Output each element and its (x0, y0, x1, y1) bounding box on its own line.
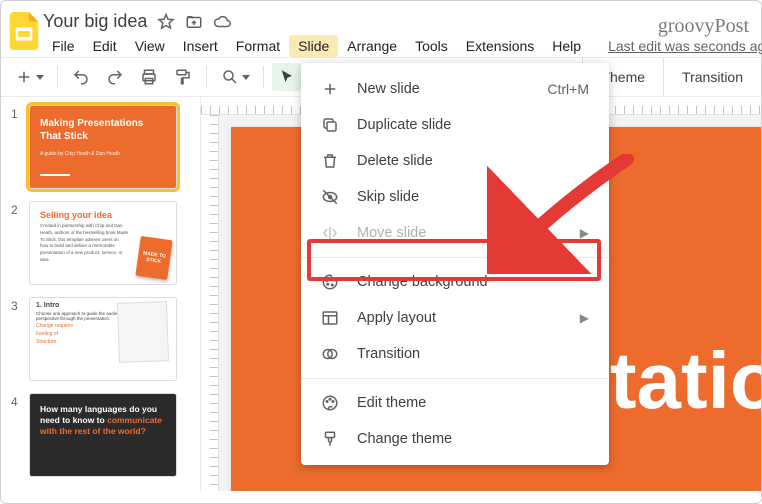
plus-icon (319, 80, 341, 98)
menu-item-label: New slide (357, 81, 420, 97)
slide-thumbnail-3[interactable]: 1. Intro Choose one approach to guide th… (29, 297, 177, 381)
star-icon[interactable] (157, 13, 175, 31)
palette-icon (319, 394, 341, 412)
thumb-body: Created in partnership with Chip and Dan… (40, 223, 128, 264)
menu-item-label: Move slide (357, 225, 426, 241)
slide-thumbnail-2[interactable]: Selling your idea Created in partnership… (29, 201, 177, 285)
last-edit-link[interactable]: Last edit was seconds ago (608, 38, 762, 54)
thumb-paper-graphic (117, 301, 169, 363)
menu-help[interactable]: Help (543, 35, 590, 57)
print-button[interactable] (134, 63, 164, 91)
thumbnail-number: 1 (11, 105, 21, 121)
redo-button[interactable] (100, 63, 130, 91)
menu-item-label: Transition (357, 346, 420, 362)
thumb-title: Making Presentations That Stick (40, 118, 166, 143)
transition-icon (319, 345, 341, 363)
thumb-question: How many languages do you need to know t… (40, 404, 166, 437)
thumb-accent-bar (40, 174, 70, 176)
menu-item-change-theme[interactable]: Change theme (301, 421, 609, 457)
menu-item-duplicate-slide[interactable]: Duplicate slide (301, 107, 609, 143)
move-icon (319, 224, 341, 242)
undo-button[interactable] (66, 63, 96, 91)
menu-item-new-slide[interactable]: New slide Ctrl+M (301, 71, 609, 107)
document-title[interactable]: Your big idea (43, 11, 147, 32)
thumbnail-number: 4 (11, 393, 21, 409)
menu-arrange[interactable]: Arrange (338, 35, 406, 57)
menu-item-label: Delete slide (357, 153, 433, 169)
menu-slide[interactable]: Slide (289, 35, 338, 57)
menu-item-label: Skip slide (357, 189, 419, 205)
paint-format-button[interactable] (168, 63, 198, 91)
header: Your big idea File Edit View Insert Form… (1, 1, 761, 57)
menu-separator (301, 257, 609, 258)
thumb-book-graphic: MADE TO STICK (135, 236, 172, 280)
slide-thumbnail-1[interactable]: Making Presentations That Stick A guide … (29, 105, 177, 189)
cloud-status-icon[interactable] (213, 13, 231, 31)
menu-file[interactable]: File (43, 35, 84, 57)
transition-button[interactable]: Transition (663, 58, 761, 96)
select-tool-button[interactable] (272, 63, 302, 91)
slide-menu-dropdown: New slide Ctrl+M Duplicate slide Delete … (301, 63, 609, 465)
brush-icon (319, 430, 341, 448)
thumbnail-number: 3 (11, 297, 21, 313)
move-to-drive-icon[interactable] (185, 13, 203, 31)
vertical-ruler (201, 115, 219, 491)
thumb-heading: Selling your idea (40, 210, 166, 220)
slide-thumbnail-4[interactable]: How many languages do you need to know t… (29, 393, 177, 477)
menu-item-label: Duplicate slide (357, 117, 451, 133)
menu-item-edit-theme[interactable]: Edit theme (301, 385, 609, 421)
layout-icon (319, 309, 341, 327)
menu-item-skip-slide[interactable]: Skip slide (301, 179, 609, 215)
menu-item-move-slide: Move slide ▶ (301, 215, 609, 251)
menu-format[interactable]: Format (227, 35, 289, 57)
trash-icon (319, 152, 341, 170)
watermark-text: groovyPost (658, 15, 749, 38)
menu-view[interactable]: View (126, 35, 174, 57)
thumbnail-row: 1 Making Presentations That Stick A guid… (11, 105, 190, 189)
menu-extensions[interactable]: Extensions (457, 35, 543, 57)
menu-item-transition[interactable]: Transition (301, 336, 609, 372)
separator (263, 66, 264, 88)
slides-logo[interactable] (9, 9, 39, 53)
menubar: File Edit View Insert Format Slide Arran… (43, 35, 762, 57)
skip-icon (319, 188, 341, 206)
menu-item-apply-layout[interactable]: Apply layout ▶ (301, 300, 609, 336)
menu-edit[interactable]: Edit (84, 35, 126, 57)
background-icon (319, 273, 341, 291)
toolbar-right: Theme Transition (582, 58, 761, 96)
separator (206, 66, 207, 88)
menu-item-change-background[interactable]: Change background (301, 264, 609, 300)
menu-item-label: Change theme (357, 431, 452, 447)
slide-thumbnails-panel: 1 Making Presentations That Stick A guid… (1, 97, 201, 491)
duplicate-icon (319, 116, 341, 134)
separator (57, 66, 58, 88)
submenu-arrow-icon: ▶ (580, 311, 589, 325)
menu-item-label: Edit theme (357, 395, 426, 411)
submenu-arrow-icon: ▶ (580, 226, 589, 240)
menu-insert[interactable]: Insert (174, 35, 227, 57)
menu-item-label: Apply layout (357, 310, 436, 326)
menu-item-delete-slide[interactable]: Delete slide (301, 143, 609, 179)
menu-separator (301, 378, 609, 379)
menu-item-label: Change background (357, 274, 488, 290)
thumb-subtitle: A guide by Chip Heath & Dan Heath (40, 151, 166, 157)
new-slide-button[interactable] (9, 63, 49, 91)
menu-item-shortcut: Ctrl+M (547, 81, 589, 97)
zoom-button[interactable] (215, 63, 255, 91)
thumbnail-number: 2 (11, 201, 21, 217)
menu-tools[interactable]: Tools (406, 35, 457, 57)
